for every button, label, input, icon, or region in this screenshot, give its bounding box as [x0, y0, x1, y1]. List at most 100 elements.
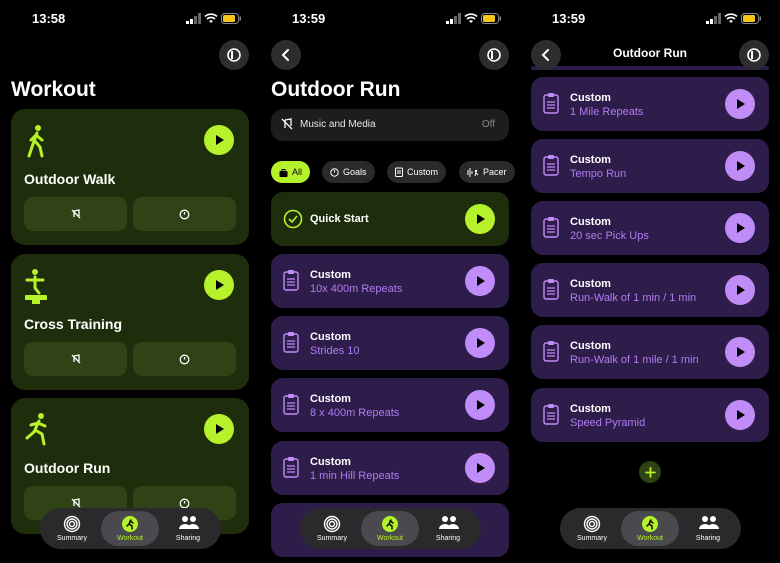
music-media-row[interactable]: Music and Media Off	[271, 109, 509, 141]
tab-sharing[interactable]: Sharing	[679, 511, 737, 546]
custom-workout-row[interactable]: Custom 20 sec Pick Ups	[531, 201, 769, 255]
music-muted-icon	[71, 209, 80, 219]
running-figure-icon	[382, 516, 398, 532]
start-custom-workout-button[interactable]	[465, 390, 495, 420]
cellular-signal-icon	[446, 13, 461, 24]
add-workout-button[interactable]	[639, 461, 661, 483]
clipboard-icon	[283, 270, 299, 291]
pair-device-button[interactable]	[739, 40, 769, 70]
custom-workout-row[interactable]: Custom Run-Walk of 1 min / 1 min	[531, 263, 769, 317]
custom-workout-row[interactable]: Custom Speed Pyramid	[531, 388, 769, 442]
tab-bar: Summary Workout Sharing	[300, 508, 481, 549]
custom-workout-title: Custom	[570, 403, 611, 415]
workout-screen: 13:58 Workout Outdoor Walk Cross Trainin…	[0, 0, 260, 563]
start-outdoor-run-button[interactable]	[204, 414, 234, 444]
tab-sharing[interactable]: Sharing	[419, 511, 477, 546]
start-custom-workout-button[interactable]	[725, 213, 755, 243]
clipboard-icon	[543, 93, 559, 114]
timer-icon	[179, 209, 190, 219]
start-custom-workout-button[interactable]	[465, 453, 495, 483]
custom-workout-title: Custom	[570, 216, 611, 228]
play-icon	[477, 214, 485, 224]
cross-training-media-button[interactable]	[24, 342, 127, 376]
start-custom-workout-button[interactable]	[465, 328, 495, 358]
page-title: Outdoor Run	[271, 78, 401, 101]
tab-summary[interactable]: Summary	[563, 511, 621, 546]
start-custom-workout-button[interactable]	[725, 151, 755, 181]
filter-chip-goals[interactable]: Goals	[322, 161, 375, 183]
cross-training-goal-button[interactable]	[133, 342, 236, 376]
custom-workout-row[interactable]: Custom Run-Walk of 1 mile / 1 min	[531, 325, 769, 379]
outdoor-run-scrolled-screen: 13:59 Outdoor Run Custom 1 Mile Repeats …	[520, 0, 780, 563]
custom-workout-subtitle: 8 x 400m Repeats	[310, 407, 400, 419]
timer-icon	[179, 498, 190, 508]
tab-summary[interactable]: Summary	[303, 511, 361, 546]
workout-card-cross-training[interactable]: Cross Training	[11, 254, 249, 390]
tab-sharing[interactable]: Sharing	[159, 511, 217, 546]
start-quick-start-button[interactable]	[465, 204, 495, 234]
custom-workout-subtitle: Strides 10	[310, 345, 360, 357]
start-custom-workout-button[interactable]	[725, 400, 755, 430]
people-icon	[439, 516, 459, 529]
start-outdoor-walk-button[interactable]	[204, 125, 234, 155]
custom-workout-title: Custom	[570, 92, 611, 104]
outdoor-walk-goal-button[interactable]	[133, 197, 236, 231]
custom-workout-title: Custom	[570, 154, 611, 166]
filter-chip-all[interactable]: All	[271, 161, 311, 183]
status-bar: 13:59	[520, 11, 780, 27]
custom-workout-subtitle: 1 min Hill Repeats	[310, 470, 400, 482]
music-muted-icon	[71, 498, 80, 508]
outdoor-run-screen: 13:59 Outdoor Run Music and Media Off Al…	[260, 0, 520, 563]
tab-label: Summary	[317, 535, 347, 542]
music-muted-icon	[71, 354, 80, 364]
custom-workout-row[interactable]: Custom 10x 400m Repeats	[271, 254, 509, 308]
quick-start-row[interactable]: Quick Start	[271, 192, 509, 246]
bag-icon	[279, 168, 288, 177]
tab-workout[interactable]: Workout	[621, 511, 679, 546]
custom-workout-subtitle: 1 Mile Repeats	[570, 106, 644, 118]
tab-bar: Summary Workout Sharing	[40, 508, 221, 549]
start-custom-workout-button[interactable]	[725, 337, 755, 367]
start-custom-workout-button[interactable]	[725, 275, 755, 305]
custom-workout-row[interactable]: Custom 1 min Hill Repeats	[271, 441, 509, 495]
custom-workout-row[interactable]: Custom Tempo Run	[531, 139, 769, 193]
tab-summary[interactable]: Summary	[43, 511, 101, 546]
custom-workout-subtitle: 10x 400m Repeats	[310, 283, 403, 295]
pair-device-button[interactable]	[219, 40, 249, 70]
plus-icon	[644, 466, 656, 478]
custom-workout-row[interactable]: Custom 1 Mile Repeats	[531, 77, 769, 131]
status-time: 13:59	[292, 11, 326, 26]
custom-workout-subtitle: 20 sec Pick Ups	[570, 230, 649, 242]
workout-card-outdoor-walk[interactable]: Outdoor Walk	[11, 109, 249, 245]
start-custom-workout-button[interactable]	[465, 266, 495, 296]
tab-workout[interactable]: Workout	[361, 511, 419, 546]
music-media-value: Off	[481, 119, 495, 130]
outdoor-walk-media-button[interactable]	[24, 197, 127, 231]
clipboard-icon	[543, 155, 559, 176]
workout-card-title: Outdoor Walk	[24, 171, 116, 187]
custom-workout-subtitle: Tempo Run	[570, 168, 627, 180]
pair-device-button[interactable]	[479, 40, 509, 70]
tab-workout[interactable]: Workout	[101, 511, 159, 546]
tab-bar: Summary Workout Sharing	[560, 508, 741, 549]
status-bar: 13:59	[260, 11, 520, 27]
music-muted-icon	[281, 118, 293, 130]
workout-card-title: Outdoor Run	[24, 460, 111, 476]
running-figure-icon	[25, 413, 47, 446]
custom-workout-row[interactable]: Custom Strides 10	[271, 316, 509, 370]
activity-rings-icon	[583, 515, 601, 533]
play-icon	[477, 400, 485, 410]
timer-icon	[330, 167, 339, 177]
people-icon	[699, 516, 719, 529]
custom-workout-row[interactable]: Custom 8 x 400m Repeats	[271, 378, 509, 432]
start-cross-training-button[interactable]	[204, 270, 234, 300]
filter-chip-custom[interactable]: Custom	[387, 161, 447, 183]
custom-workout-title: Custom	[570, 278, 611, 290]
play-icon	[216, 424, 224, 434]
checkmark-circle-icon	[283, 209, 303, 229]
back-button[interactable]	[271, 40, 301, 70]
start-custom-workout-button[interactable]	[725, 89, 755, 119]
filter-chip-pacer[interactable]: Pacer	[459, 161, 515, 183]
play-icon	[477, 338, 485, 348]
play-icon	[216, 280, 224, 290]
